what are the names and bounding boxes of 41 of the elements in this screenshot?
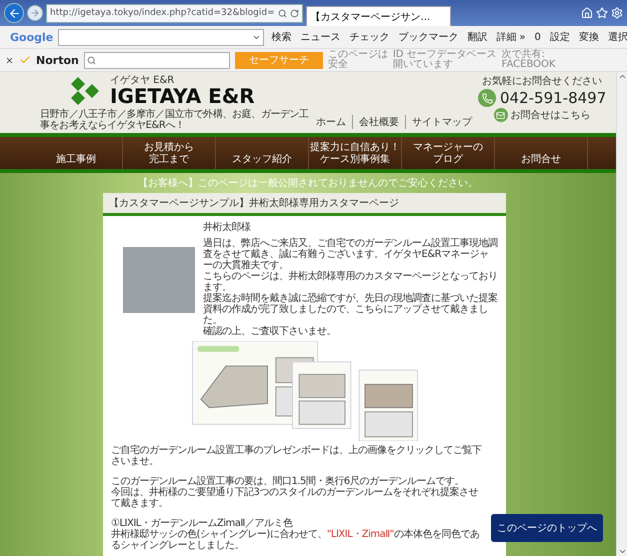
greeting: 井桁太郎様 (203, 222, 252, 233)
body-text: 提案迄お時間を戴き誠に恐縮ですが、先日の現地調査に基づいた提案資料の作成が完了致しましたので、こちらにアップさせて戴きました。 (203, 293, 498, 326)
notice-text: 【お客様へ】このページは一般公開されておりませんのでご安心ください。 (137, 176, 479, 191)
header-link[interactable]: ホーム (310, 115, 352, 129)
body-text: こちらのページは、井桁太郎様専用のカスタマーページとなっております。 (203, 271, 498, 293)
body-text: 今回は、井桁様のご要望通り下記3つのスタイルのガーデンルームをそれぞれ提案させて戴きます。 (111, 487, 479, 509)
header-link[interactable]: 会社概要 (352, 115, 405, 129)
norton-logo: Norton (36, 54, 79, 66)
browser-tab[interactable]: 【カスタマーページサン... (306, 6, 451, 26)
body-text: このガーデンルーム設置工事の要は、間口1.5間・奥行6尺のガーデンルームです。 (111, 476, 465, 487)
logo-name: IGETAYA E&R (110, 86, 255, 107)
toolbar-button[interactable]: 詳細 » (494, 30, 528, 44)
toolbar-button[interactable]: 検索 (269, 30, 294, 44)
tagline: 日野市／八王子市／多摩市／国立市で外構、お庭、ガーデン工事をお考えならイゲタヤE&Rへ！ (40, 109, 310, 131)
logo-kana: イゲタヤ E&R (110, 75, 176, 86)
contact-label: お気軽にお問合せください (482, 75, 602, 88)
header-link[interactable]: サイトマップ (405, 115, 478, 129)
body-text: ①LIXIL・ガーデンルームZimaⅡ／アルミ色 (111, 518, 294, 529)
toolbar-button[interactable]: 設定 (548, 30, 572, 44)
body-text: 確認の上、ご査収下さいませ。 (203, 326, 337, 337)
google-logo: Google (10, 30, 54, 44)
panel-title: 【カスタマーページサンプル】井桁太郎様専用カスタマーページ (103, 193, 506, 216)
toolbar-button[interactable]: チェック (347, 30, 392, 44)
toolbar-button[interactable]: ブックマーク (396, 30, 460, 44)
nav-item[interactable]: マネージャーの ブログ (402, 137, 495, 169)
toolbar-button[interactable]: 0 (532, 32, 543, 42)
nav-item[interactable]: お問合せ (495, 137, 588, 169)
nav-item[interactable]: 施工事例 (30, 137, 123, 169)
body-text: 井桁様邸サッシの色(シャイングレー)に合わせて、"LIXIL・ZimaⅡ"の本体色を同色であるシャイングレーとしました。 (111, 529, 480, 551)
nav-item[interactable]: スタッフ紹介 (216, 137, 309, 169)
body-text: ご自宅のガーデンルーム設置工事のプレゼンボードは、上の画像をクリックしてご覧下さいませ。 (111, 445, 483, 467)
nav-item[interactable]: お見積から 完工まで (123, 137, 216, 169)
back-to-top-button[interactable]: このページのトップへ (491, 514, 603, 542)
nav-item[interactable]: 提案力に自信あり！ ケース別事例集 (309, 137, 402, 169)
body-text: 過日は、弊店へご来店又、ご自宅でのガーデンルーム設置工事現地調査をさせて戴き、誠に有難うございます。イゲタヤE&Rマネージャーの大貫雅夫です。 (203, 238, 498, 271)
toolbar-button[interactable]: 変換 (576, 30, 601, 44)
toolbar-button[interactable]: 翻訳 (465, 30, 490, 44)
toolbar-button[interactable]: ニュース (298, 30, 342, 44)
phone-number: 042-591-8497 (500, 89, 606, 107)
contact-link[interactable]: お問合せはこちら (494, 108, 591, 122)
address-field[interactable]: http://igetaya.tokyo/index.php?catid=32&blogid= (46, 4, 303, 22)
